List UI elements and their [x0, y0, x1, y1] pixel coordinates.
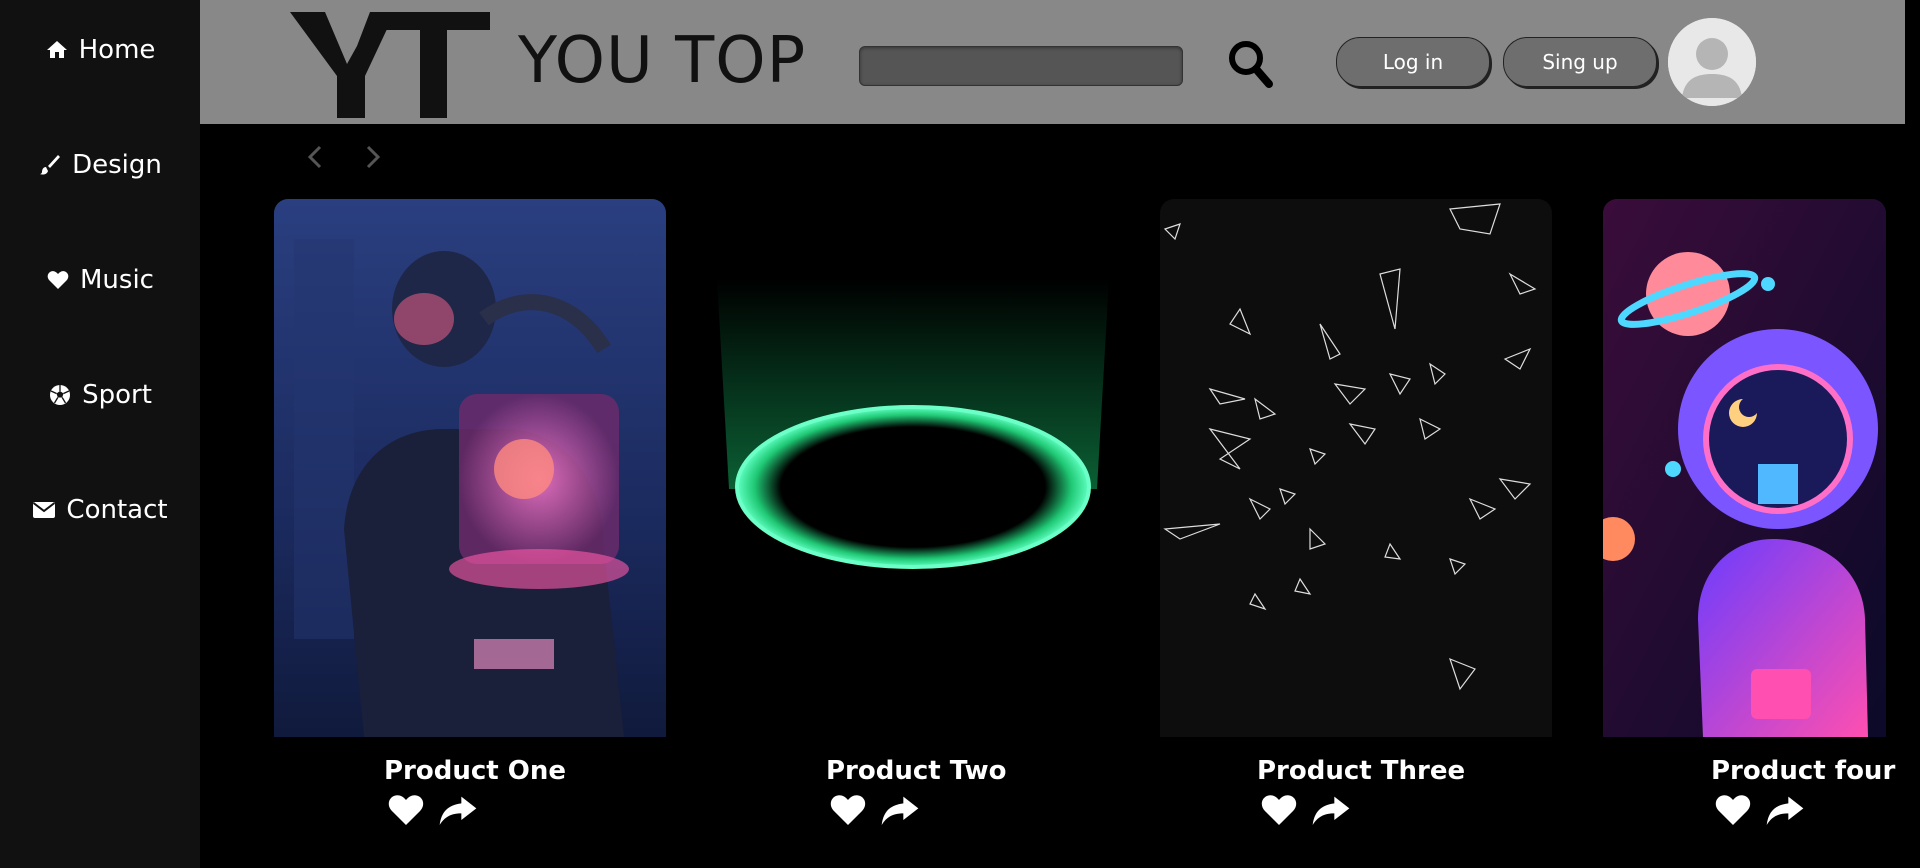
sidebar-item-label: Music: [80, 265, 154, 295]
envelope-icon: [33, 502, 56, 518]
avatar[interactable]: [1668, 18, 1756, 106]
green-portal-illustration: [717, 199, 1109, 737]
sidebar-item-design[interactable]: Design: [0, 145, 200, 185]
share-arrow-icon: [1312, 796, 1350, 825]
sidebar: Home Design Music Sport Contact: [0, 0, 200, 868]
share-arrow-icon: [1766, 796, 1804, 825]
heart-icon: [830, 795, 866, 825]
soccer-ball-icon: [50, 385, 71, 405]
carousel-next-button[interactable]: [357, 142, 387, 172]
share-button[interactable]: [1763, 790, 1807, 830]
search-input[interactable]: [859, 46, 1183, 86]
like-button[interactable]: [1711, 790, 1755, 830]
product-title: Product Two: [826, 756, 1007, 786]
like-button[interactable]: [1257, 790, 1301, 830]
heart-icon: [1715, 795, 1751, 825]
carousel-prev-button[interactable]: [301, 142, 331, 172]
share-arrow-icon: [881, 796, 919, 825]
space-astronaut-illustration: [1603, 199, 1886, 737]
astronaut-with-tank-illustration: [274, 199, 666, 737]
product-image[interactable]: [717, 199, 1109, 737]
sidebar-item-label: Sport: [82, 380, 152, 410]
user-icon: [1668, 18, 1756, 106]
sidebar-item-music[interactable]: Music: [0, 260, 200, 300]
product-actions: [826, 790, 922, 830]
paintbrush-icon: [40, 155, 61, 175]
login-button[interactable]: Log in: [1336, 37, 1490, 87]
signup-button[interactable]: Sing up: [1503, 37, 1657, 87]
share-button[interactable]: [436, 790, 480, 830]
product-title: Product One: [384, 756, 566, 786]
share-button[interactable]: [1309, 790, 1353, 830]
product-title: Product Three: [1257, 756, 1466, 786]
sidebar-item-contact[interactable]: Contact: [0, 490, 200, 530]
logo: [290, 12, 490, 118]
share-button[interactable]: [878, 790, 922, 830]
product-actions: [1257, 790, 1353, 830]
chevron-right-icon: [366, 145, 381, 169]
share-arrow-icon: [439, 796, 477, 825]
product-actions: [384, 790, 480, 830]
heart-icon: [47, 271, 69, 289]
sidebar-item-label: Home: [78, 35, 156, 65]
product-image[interactable]: [1160, 199, 1552, 737]
sidebar-item-home[interactable]: Home: [0, 30, 200, 70]
sidebar-item-label: Contact: [66, 495, 168, 525]
product-image[interactable]: [274, 199, 666, 737]
search-icon[interactable]: [1226, 38, 1274, 90]
shattered-glass-illustration: [1160, 199, 1552, 737]
like-button[interactable]: [384, 790, 428, 830]
brand-name: YOU TOP: [518, 24, 807, 98]
product-actions: [1711, 790, 1807, 830]
home-icon: [46, 41, 67, 58]
product-title: Product four: [1711, 756, 1896, 786]
chevron-left-icon: [307, 145, 322, 169]
heart-icon: [1261, 795, 1297, 825]
product-image[interactable]: [1603, 199, 1886, 737]
heart-icon: [388, 795, 424, 825]
like-button[interactable]: [826, 790, 870, 830]
sidebar-item-sport[interactable]: Sport: [0, 375, 200, 415]
sidebar-item-label: Design: [72, 150, 162, 180]
top-header: YOU TOP Log in Sing up: [200, 0, 1905, 124]
